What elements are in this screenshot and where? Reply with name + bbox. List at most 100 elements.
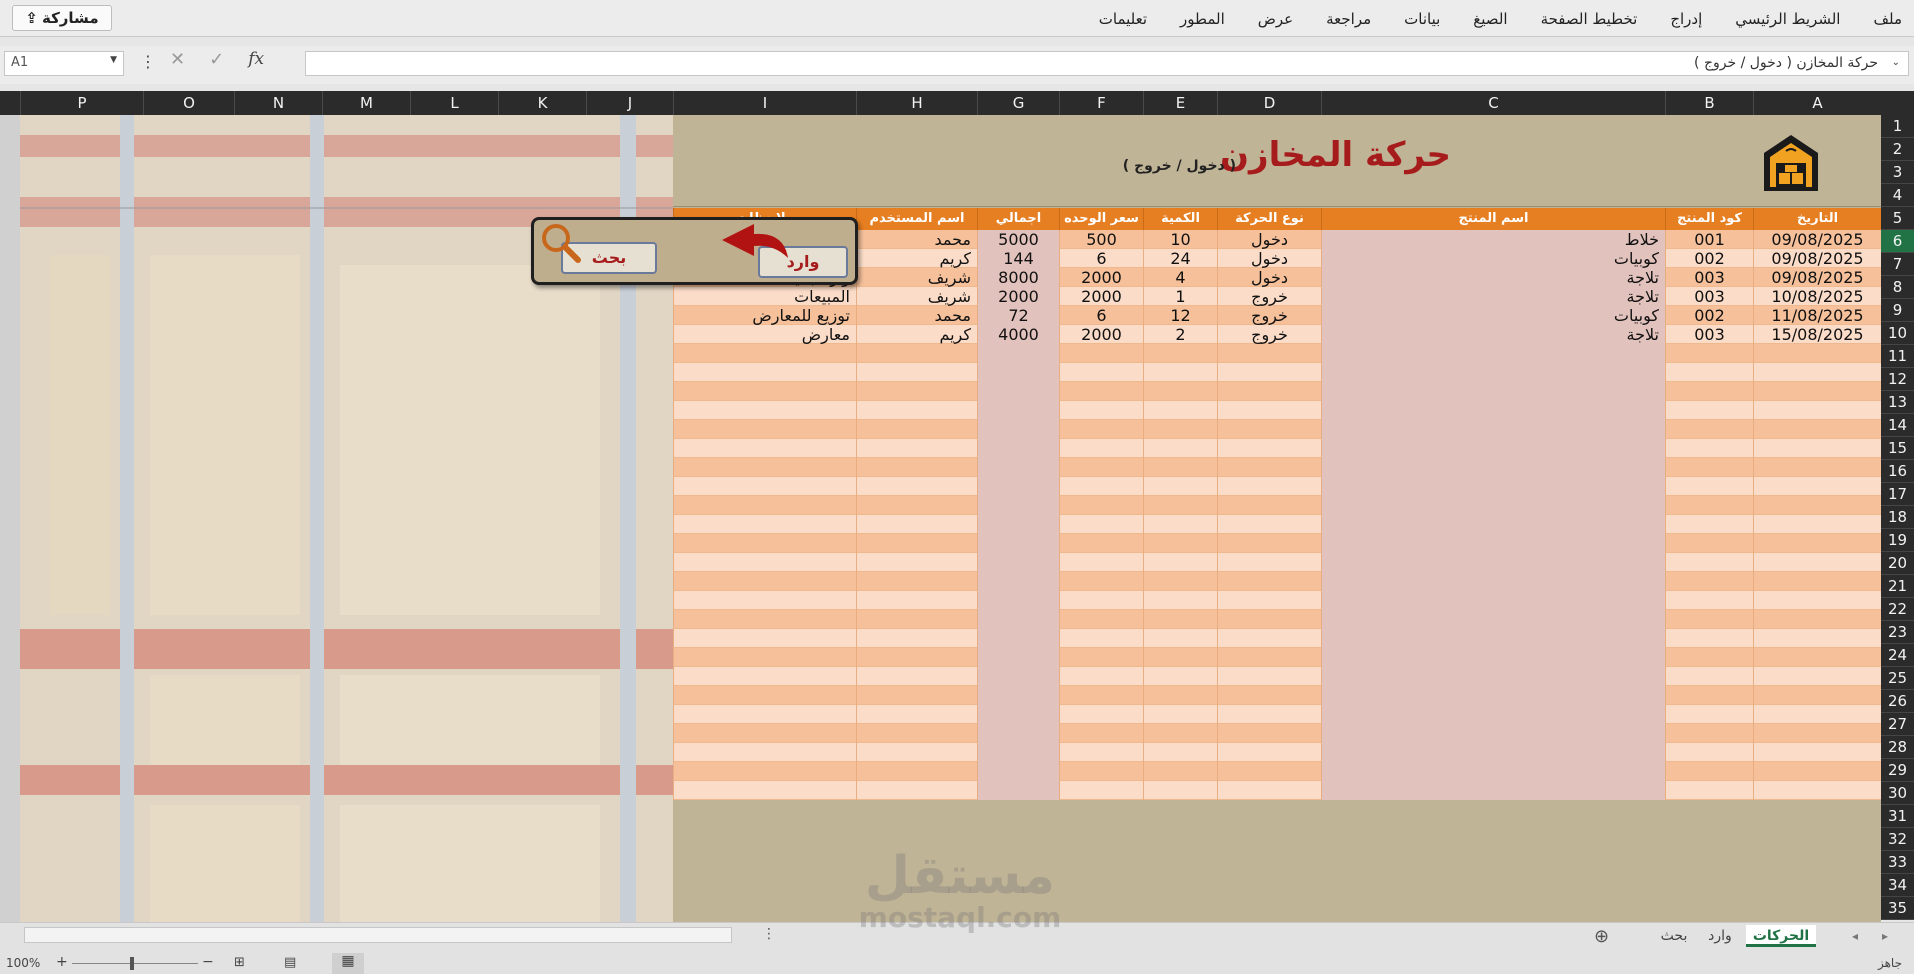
worksheet-grid[interactable]: P O N M L K J I H G F E D C B A 12345678… (0, 91, 1914, 926)
cell-notes[interactable] (673, 648, 856, 667)
cell-user[interactable] (856, 667, 977, 686)
cell-product[interactable] (1321, 534, 1665, 553)
cell-notes[interactable] (673, 686, 856, 705)
cell-notes[interactable] (673, 458, 856, 477)
cell-total[interactable]: 4000 (977, 325, 1059, 344)
cell-product[interactable] (1321, 458, 1665, 477)
cell-price[interactable] (1059, 401, 1143, 420)
cell-qty[interactable] (1143, 648, 1217, 667)
cell-price[interactable] (1059, 762, 1143, 781)
tab-search[interactable]: بحث (1652, 925, 1696, 947)
cell-total[interactable] (977, 724, 1059, 743)
cell-user[interactable] (856, 686, 977, 705)
cell-product[interactable] (1321, 591, 1665, 610)
cell-total[interactable] (977, 515, 1059, 534)
cell-price[interactable] (1059, 629, 1143, 648)
row-header[interactable]: 4 (1881, 184, 1914, 207)
cell-date[interactable] (1753, 553, 1881, 572)
cell-date[interactable]: 11/08/2025 (1753, 306, 1881, 325)
row-header[interactable]: 22 (1881, 598, 1914, 621)
cell-qty[interactable] (1143, 686, 1217, 705)
cell-type[interactable] (1217, 382, 1321, 401)
cell-notes[interactable] (673, 781, 856, 800)
cell-user[interactable] (856, 705, 977, 724)
cell-product[interactable] (1321, 667, 1665, 686)
cell-date[interactable]: 10/08/2025 (1753, 287, 1881, 306)
cell-qty[interactable] (1143, 743, 1217, 762)
cell-code[interactable] (1665, 382, 1753, 401)
cell-total[interactable] (977, 781, 1059, 800)
cell-notes[interactable] (673, 591, 856, 610)
cell-date[interactable] (1753, 401, 1881, 420)
insert-function-icon[interactable]: fx (248, 49, 264, 70)
cell-total[interactable] (977, 382, 1059, 401)
cell-qty[interactable] (1143, 439, 1217, 458)
cell-date[interactable] (1753, 762, 1881, 781)
cell-notes[interactable] (673, 344, 856, 363)
cell-product[interactable] (1321, 496, 1665, 515)
cell-price[interactable] (1059, 667, 1143, 686)
cell-type[interactable] (1217, 610, 1321, 629)
cell-type[interactable] (1217, 496, 1321, 515)
cell-user[interactable] (856, 420, 977, 439)
cell-code[interactable] (1665, 610, 1753, 629)
cell-notes[interactable]: المبيعات (673, 287, 856, 306)
cell-user[interactable] (856, 648, 977, 667)
col-header-J[interactable]: J (586, 91, 673, 115)
enter-icon[interactable]: ✓ (209, 49, 224, 70)
cell-total[interactable]: 72 (977, 306, 1059, 325)
cell-total[interactable]: 2000 (977, 287, 1059, 306)
horizontal-scrollbar[interactable] (24, 927, 732, 943)
cell-price[interactable] (1059, 572, 1143, 591)
cell-date[interactable]: 09/08/2025 (1753, 268, 1881, 287)
cell-date[interactable]: 15/08/2025 (1753, 325, 1881, 344)
zoom-in-icon[interactable]: + (56, 954, 68, 970)
cell-code[interactable] (1665, 401, 1753, 420)
cell-date[interactable] (1753, 477, 1881, 496)
cell-price[interactable] (1059, 496, 1143, 515)
row-header[interactable]: 34 (1881, 874, 1914, 897)
cell-total[interactable] (977, 439, 1059, 458)
cell-code[interactable]: 001 (1665, 230, 1753, 249)
cell-code[interactable]: 002 (1665, 306, 1753, 325)
cell-price[interactable] (1059, 553, 1143, 572)
header-movement-type[interactable]: نوع الحركة (1217, 208, 1321, 230)
cell-user[interactable] (856, 382, 977, 401)
cell-code[interactable] (1665, 743, 1753, 762)
cell-notes[interactable] (673, 401, 856, 420)
col-header-G[interactable]: G (977, 91, 1059, 115)
cell-qty[interactable] (1143, 724, 1217, 743)
row-header[interactable]: 13 (1881, 391, 1914, 414)
cell-date[interactable] (1753, 648, 1881, 667)
cell-type[interactable]: خروج (1217, 306, 1321, 325)
cell-type[interactable] (1217, 420, 1321, 439)
cell-qty[interactable]: 4 (1143, 268, 1217, 287)
cell-qty[interactable] (1143, 344, 1217, 363)
row-header[interactable]: 7 (1881, 253, 1914, 276)
cell-notes[interactable] (673, 743, 856, 762)
cell-total[interactable] (977, 496, 1059, 515)
header-quantity[interactable]: الكمية (1143, 208, 1217, 230)
menu-review[interactable]: مراجعة (1326, 10, 1371, 28)
cell-product[interactable] (1321, 382, 1665, 401)
cell-price[interactable]: 6 (1059, 249, 1143, 268)
cell-date[interactable] (1753, 496, 1881, 515)
row-header[interactable]: 2 (1881, 138, 1914, 161)
cell-type[interactable] (1217, 363, 1321, 382)
cell-notes[interactable]: توزيع للمعارض (673, 306, 856, 325)
tab-scroll-left-icon[interactable]: ◂ (1852, 929, 1858, 943)
cell-product[interactable] (1321, 781, 1665, 800)
cell-code[interactable] (1665, 629, 1753, 648)
menu-home[interactable]: الشريط الرئيسي (1735, 10, 1840, 28)
cell-total[interactable]: 144 (977, 249, 1059, 268)
cell-user[interactable] (856, 439, 977, 458)
cell-user[interactable]: شريف (856, 287, 977, 306)
tab-in[interactable]: وارد (1698, 925, 1742, 947)
cell-code[interactable] (1665, 496, 1753, 515)
menu-help[interactable]: تعليمات (1099, 10, 1147, 28)
row-header[interactable]: 24 (1881, 644, 1914, 667)
cell-user[interactable] (856, 363, 977, 382)
cell-notes[interactable] (673, 610, 856, 629)
menu-view[interactable]: عرض (1258, 10, 1293, 28)
col-header-D[interactable]: D (1217, 91, 1321, 115)
